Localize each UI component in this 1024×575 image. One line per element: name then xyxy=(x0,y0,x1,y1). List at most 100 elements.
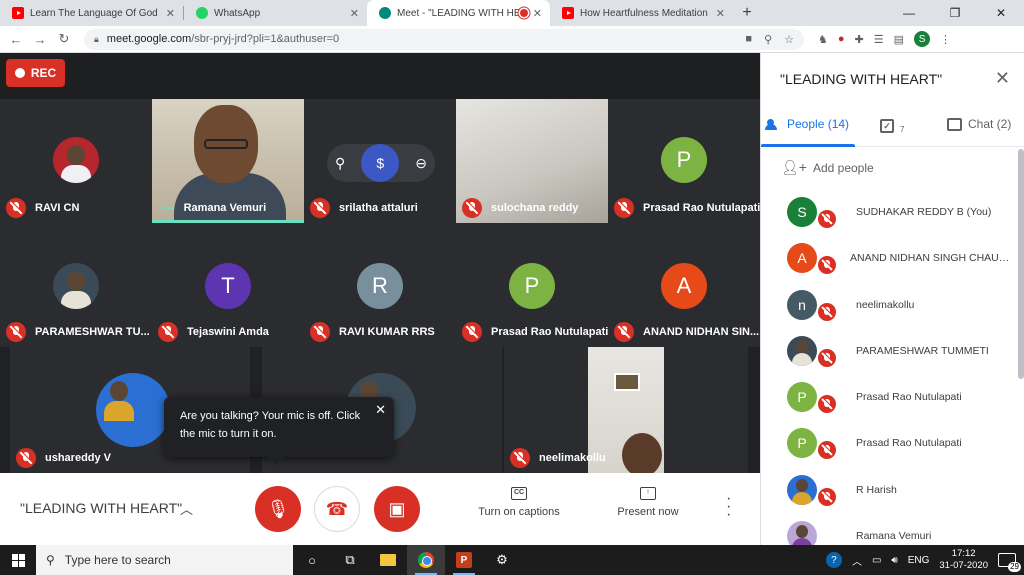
taskbar-search-box[interactable]: ⚲ Type here to search xyxy=(36,545,293,575)
present-now-button[interactable]: ↑ Present now xyxy=(612,487,684,518)
browser-tab-active[interactable]: Meet - "LEADING WITH HEA ✕ xyxy=(367,0,550,26)
start-button[interactable] xyxy=(0,545,36,575)
checkbox-task-icon: ✓ xyxy=(880,118,894,133)
tab-people[interactable]: People (14) xyxy=(765,117,849,131)
panel-tabs: People (14) ✓ 7 Chat (2) xyxy=(761,109,1024,147)
remove-participant-icon[interactable]: ⊖ xyxy=(415,155,427,172)
whatsapp-icon xyxy=(196,7,208,19)
participant-photo xyxy=(53,137,99,183)
mic-off-tooltip: Are you talking? Your mic is off. Click … xyxy=(164,397,394,466)
present-label: Present now xyxy=(617,506,679,518)
participant-tile[interactable]: T Tejaswini Amda xyxy=(152,223,304,347)
extensions-puzzle-icon[interactable]: ✚ xyxy=(855,33,864,46)
list-item[interactable]: P Prasad Rao Nutulapati xyxy=(761,374,1024,420)
add-people-button[interactable]: 👤︎+ Add people xyxy=(781,159,874,176)
close-panel-icon[interactable]: ✕ xyxy=(995,68,1010,89)
participant-photo xyxy=(53,263,99,309)
camera-toggle-button[interactable]: ▣ xyxy=(374,486,420,532)
new-tab-button[interactable]: + xyxy=(733,0,761,26)
restore-icon[interactable]: ❐ xyxy=(932,0,978,26)
bookmark-star-icon[interactable]: ☆ xyxy=(784,33,794,46)
extension-icon[interactable]: ▤ xyxy=(894,33,904,46)
close-tab-icon[interactable]: ✕ xyxy=(350,7,359,20)
meeting-details-title[interactable]: "LEADING WITH HEART" xyxy=(20,500,182,516)
browser-tab[interactable]: WhatsApp ✕ xyxy=(184,0,367,26)
profile-avatar[interactable]: S xyxy=(914,31,931,47)
list-item[interactable]: n neelimakollu xyxy=(761,282,1024,328)
close-icon[interactable]: ✕ xyxy=(375,401,386,419)
participant-tile-video[interactable]: sulochana reddy xyxy=(456,99,608,223)
leave-call-button[interactable]: ☎︎ xyxy=(314,486,360,532)
mic-off-icon xyxy=(16,448,36,468)
list-item[interactable]: Ramana Vemuri xyxy=(761,513,1024,545)
camera-in-use-icon[interactable]: ■ xyxy=(745,33,752,46)
network-icon[interactable]: ▭ xyxy=(872,555,881,566)
file-explorer-icon[interactable] xyxy=(369,545,407,575)
chevron-up-icon[interactable]: ︿ xyxy=(852,553,862,568)
extension-icon[interactable]: ♞ xyxy=(818,33,828,46)
participant-tile[interactable]: P Prasad Rao Nutulapati xyxy=(456,223,608,347)
captions-button[interactable]: CC Turn on captions xyxy=(475,487,563,518)
participant-tile-video[interactable]: neelimakollu xyxy=(504,347,748,473)
pin-icon[interactable]: ⚲ xyxy=(335,155,345,172)
more-options-icon[interactable]: · · · xyxy=(726,491,731,523)
url-path: /sbr-pryj-jrd?pli=1&authuser=0 xyxy=(191,33,340,45)
microphone-toggle-button[interactable]: 🎙︎ xyxy=(255,486,301,532)
list-item[interactable]: S SUDHAKAR REDDY B (You) xyxy=(761,189,1024,235)
tab-title: Meet - "LEADING WITH HEA xyxy=(397,7,528,19)
close-tab-icon[interactable]: ✕ xyxy=(166,7,175,20)
close-window-icon[interactable]: ✕ xyxy=(978,0,1024,26)
zoom-icon[interactable]: ⚲ xyxy=(764,33,772,46)
mute-participant-icon[interactable]: $ xyxy=(361,144,400,182)
input-language[interactable]: ENG xyxy=(908,555,930,566)
participant-tile-video[interactable]: ••• Ramana Vemuri xyxy=(152,99,304,223)
volume-icon[interactable]: 🔊︎ xyxy=(891,555,897,566)
notification-center-icon[interactable]: 29 xyxy=(998,553,1021,572)
windows-taskbar: ⚲ Type here to search ○ ⧉ P ⚙ ? ︿ ▭ 🔊︎ E… xyxy=(0,545,1024,575)
mic-off-icon xyxy=(614,322,634,342)
browser-tab[interactable]: Learn The Language Of God - Yo ✕ xyxy=(0,0,183,26)
participant-tile[interactable]: R RAVI KUMAR RRS xyxy=(304,223,456,347)
address-bar[interactable]: 🔒︎ meet.google.com/sbr-pryj-jrd?pli=1&au… xyxy=(84,28,804,50)
list-item[interactable]: P Prasad Rao Nutulapati xyxy=(761,420,1024,466)
back-icon[interactable]: ← xyxy=(4,32,28,47)
help-icon[interactable]: ? xyxy=(825,552,842,568)
participant-tile[interactable]: PARAMESHWAR TU... xyxy=(0,223,152,347)
powerpoint-icon[interactable]: P xyxy=(445,545,483,575)
meet-icon xyxy=(379,7,391,19)
list-item[interactable]: R Harish xyxy=(761,467,1024,513)
task-view-icon[interactable]: ⧉ xyxy=(331,545,369,575)
participant-tile[interactable]: RAVI CN xyxy=(0,99,152,223)
participant-name: PARAMESHWAR TU... xyxy=(35,326,150,338)
participant-tile[interactable]: A ANAND NIDHAN SIN... xyxy=(608,223,760,347)
tile-hover-controls: ⚲ $ ⊖ xyxy=(327,144,435,182)
extension-icon[interactable]: ● xyxy=(838,33,845,45)
close-tab-icon[interactable]: ✕ xyxy=(716,7,725,20)
browser-tab[interactable]: How Heartfulness Meditation Is T ✕ xyxy=(550,0,733,26)
tab-tasks[interactable]: ✓ 7 xyxy=(880,117,904,134)
close-tab-icon[interactable]: ✕ xyxy=(533,7,542,20)
participant-name: neelimakollu xyxy=(539,452,606,464)
chrome-icon[interactable] xyxy=(407,545,445,575)
tab-chat[interactable]: Chat (2) xyxy=(947,117,1011,131)
chat-icon xyxy=(947,117,962,131)
mic-off-icon xyxy=(818,348,836,367)
forward-icon[interactable]: → xyxy=(28,32,52,47)
reload-icon[interactable]: ↻ xyxy=(52,31,76,47)
list-item[interactable]: A ANAND NIDHAN SINGH CHAUHAN xyxy=(761,235,1024,281)
video-feed xyxy=(204,139,248,149)
settings-gear-icon[interactable]: ⚙ xyxy=(483,545,521,575)
cortana-icon[interactable]: ○ xyxy=(293,545,331,575)
browser-menu-icon[interactable]: ⋮ xyxy=(940,33,951,46)
minimize-icon[interactable]: — xyxy=(886,0,932,26)
person-name: ANAND NIDHAN SINGH CHAUHAN xyxy=(850,252,1010,265)
list-item[interactable]: PARAMESHWAR TUMMETI xyxy=(761,328,1024,374)
clock[interactable]: 17:12 31-07-2020 xyxy=(939,548,988,572)
participant-tile[interactable]: P Prasad Rao Nutulapati xyxy=(608,99,760,223)
extension-icon[interactable]: ☰ xyxy=(874,33,884,46)
chevron-up-icon[interactable]: ︿ xyxy=(180,499,193,518)
record-dot-icon xyxy=(14,68,25,78)
person-name: neelimakollu xyxy=(856,298,915,311)
participant-name: RAVI CN xyxy=(35,202,80,214)
panel-scrollbar[interactable] xyxy=(1018,149,1024,379)
